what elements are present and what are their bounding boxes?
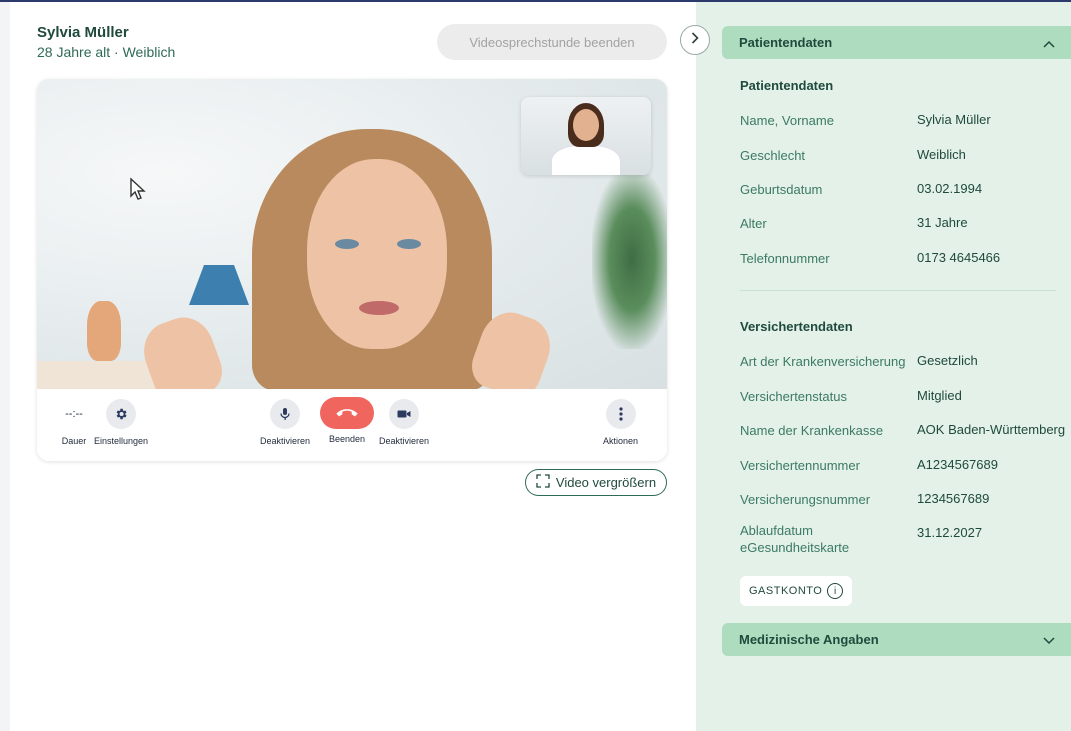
video-consultation-panel: Sylvia Müller 28 Jahre alt · Weiblich Vi… [10, 2, 696, 731]
actions-button[interactable]: Aktionen [603, 399, 638, 446]
row-label-insured-number: Versichertennummer [740, 458, 860, 473]
actions-label: Aktionen [603, 436, 639, 446]
chevron-right-icon [691, 31, 699, 49]
row-value-age: 31 Jahre [917, 215, 968, 230]
video-plant [592, 169, 667, 349]
row-value-insurer-name: AOK Baden-Württemberg [917, 422, 1066, 437]
collapse-sidebar-button[interactable] [680, 25, 710, 55]
patient-data-section-title: Patientendaten [740, 78, 834, 93]
patient-eye-left [335, 239, 359, 249]
chevron-down-icon[interactable] [1043, 632, 1055, 648]
patient-sidebar: Patientendaten Patientendaten Name, Vorn… [696, 2, 1071, 731]
left-gutter [0, 2, 10, 731]
guest-account-label: GASTKONTO [749, 585, 823, 597]
call-timer: --:-- [65, 408, 83, 420]
hangup-label: Beenden [328, 434, 366, 444]
enlarge-video-button[interactable]: Video vergrößern [525, 469, 667, 496]
video-call-card: --:-- Dauer Einstellungen Deaktivieren B… [37, 79, 667, 461]
row-value-card-expiry: 31.12.2027 [917, 525, 983, 540]
chevron-up-icon[interactable] [1043, 35, 1055, 51]
patient-mouth [359, 301, 399, 315]
row-label-insurance-type: Art der Krankenversicherung [740, 354, 906, 369]
row-label-insurer-name: Name der Krankenkasse [740, 423, 884, 438]
camera-label: Deaktivieren [379, 436, 430, 446]
row-value-phone: 0173 4645466 [917, 250, 1001, 265]
medical-info-accordion-title: Medizinische Angaben [739, 632, 879, 647]
duration-label: Dauer [61, 436, 87, 446]
settings-button[interactable]: Einstellungen [94, 399, 148, 446]
patient-face [307, 159, 447, 349]
section-divider [740, 290, 1056, 291]
patient-data-accordion-header[interactable]: Patientendaten [722, 26, 1071, 59]
row-value-name: Sylvia Müller [917, 112, 991, 127]
video-camera-icon[interactable] [389, 399, 420, 429]
patient-name: Sylvia Müller [37, 24, 129, 41]
doctor-coat [551, 145, 621, 175]
row-label-name: Name, Vorname [740, 113, 834, 128]
row-value-insured-number: A1234567689 [917, 457, 998, 472]
call-controls-bar: --:-- Dauer Einstellungen Deaktivieren B… [37, 389, 667, 461]
row-value-gender: Weiblich [917, 147, 966, 162]
self-view-video[interactable] [521, 97, 651, 175]
mic-toggle-button[interactable]: Deaktivieren [260, 399, 310, 446]
mouse-cursor-icon [129, 177, 147, 207]
microphone-icon[interactable] [270, 399, 301, 429]
patient-data-accordion-title: Patientendaten [739, 35, 833, 50]
camera-toggle-button[interactable]: Deaktivieren [379, 399, 429, 446]
patient-subtitle: 28 Jahre alt · Weiblich [37, 44, 176, 60]
row-value-insurance-type: Gesetzlich [917, 353, 978, 368]
mic-label: Deaktivieren [260, 436, 311, 446]
settings-label: Einstellungen [94, 436, 149, 446]
guest-account-badge[interactable]: GASTKONTO i [740, 576, 853, 606]
insurance-section-title: Versichertendaten [740, 319, 853, 334]
phone-hangup-icon[interactable] [320, 397, 374, 429]
info-icon[interactable]: i [827, 583, 844, 599]
row-label-card-expiry: Ablaufdatum eGesundheitskarte [740, 523, 850, 555]
medical-info-accordion-header[interactable]: Medizinische Angaben [722, 623, 1071, 656]
row-label-gender: Geschlecht [740, 148, 806, 163]
row-value-insurance-number: 1234567689 [917, 491, 990, 506]
gear-icon[interactable] [106, 399, 137, 429]
more-vertical-icon[interactable] [605, 399, 636, 429]
row-value-insured-status: Mitglied [917, 388, 962, 403]
patient-eye-right [397, 239, 421, 249]
enlarge-video-label: Video vergrößern [555, 475, 657, 490]
duration-control: --:-- Dauer [59, 399, 89, 446]
remote-video-stream[interactable] [37, 79, 667, 389]
row-label-birthdate: Geburtsdatum [740, 182, 823, 197]
doctor-face [573, 109, 599, 141]
hangup-button[interactable]: Beenden [320, 397, 374, 444]
row-label-insured-status: Versichertenstatus [740, 389, 847, 404]
end-consultation-button[interactable]: Videosprechstunde beenden [437, 24, 667, 60]
expand-icon [536, 474, 550, 491]
row-label-insurance-number: Versicherungsnummer [740, 492, 871, 507]
row-label-phone: Telefonnummer [740, 251, 830, 266]
video-vase [87, 301, 121, 361]
row-value-birthdate: 03.02.1994 [917, 181, 983, 196]
row-label-age: Alter [740, 216, 767, 231]
